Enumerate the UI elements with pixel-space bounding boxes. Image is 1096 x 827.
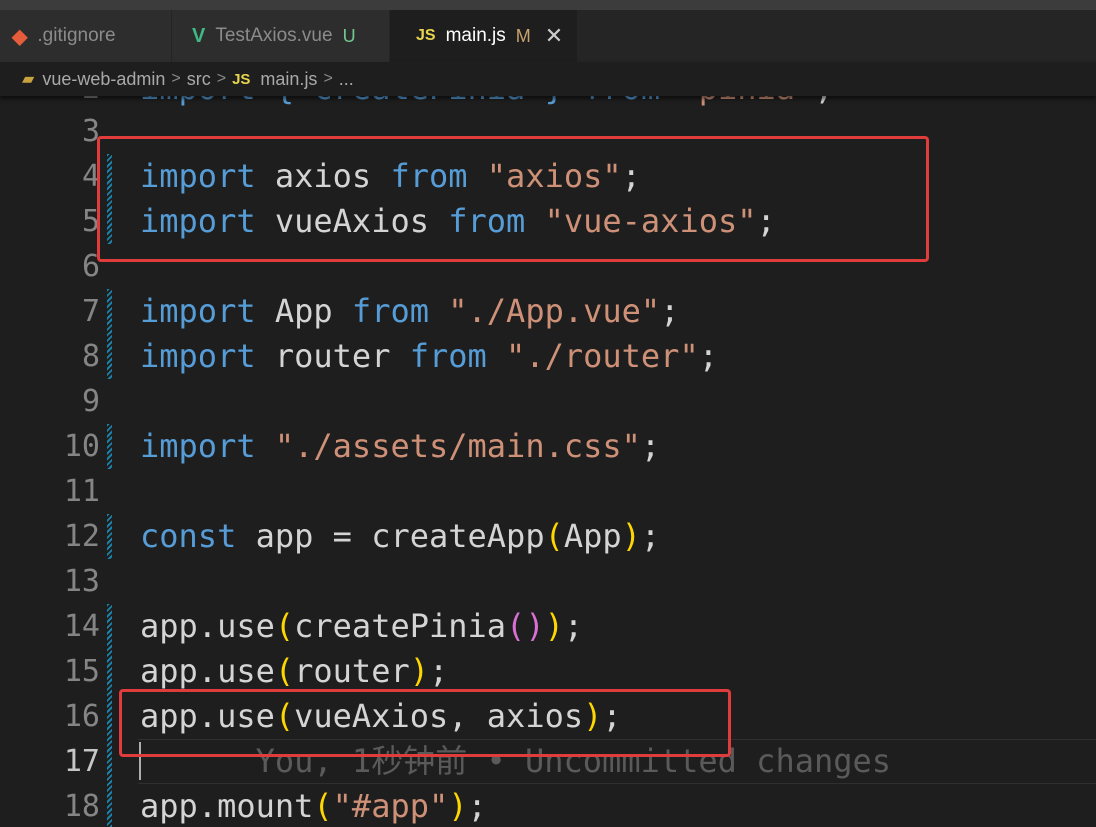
git-change-marker[interactable] — [107, 514, 112, 559]
untracked-status-badge: U — [342, 25, 356, 46]
code-line: 9 — [0, 379, 1096, 424]
code-text: app.use(createPinia()); — [140, 607, 584, 645]
code-line: 18 app.mount("#app"); — [0, 784, 1096, 827]
axios-use-highlight-box — [119, 689, 731, 757]
git-change-marker[interactable] — [107, 784, 112, 827]
breadcrumb: ▰ vue-web-admin > src > JS main.js > ... — [0, 62, 1096, 96]
code-line: 14 app.use(createPinia()); — [0, 604, 1096, 649]
tab-main-js[interactable]: JS main.js M ✕ — [390, 10, 578, 62]
code-line: 10 import "./assets/main.css"; — [0, 424, 1096, 469]
tab-testaxios[interactable]: V TestAxios.vue U — [172, 10, 390, 62]
line-number: 11 — [63, 474, 100, 509]
breadcrumb-more[interactable]: ... — [339, 69, 354, 90]
line-number: 6 — [81, 249, 100, 284]
git-change-marker[interactable] — [107, 694, 112, 739]
line-number: 3 — [81, 114, 100, 149]
line-number: 16 — [63, 699, 100, 734]
chevron-right-icon: > — [216, 70, 227, 87]
git-change-marker[interactable] — [107, 604, 112, 649]
code-line: 11 — [0, 469, 1096, 514]
tab-label: main.js — [445, 25, 506, 46]
line-number: 13 — [63, 564, 100, 599]
line-number: 15 — [63, 654, 100, 689]
code-text: import App from "./App.vue"; — [140, 292, 680, 330]
code-line: 7 import App from "./App.vue"; — [0, 289, 1096, 334]
tab-label: .gitignore — [37, 25, 116, 46]
chevron-right-icon: > — [323, 70, 333, 87]
line-number: 17 — [63, 744, 100, 779]
modified-status-badge: M — [515, 25, 531, 46]
tab-bar: ◆ .gitignore V TestAxios.vue U JS main.j… — [0, 10, 1096, 62]
code-text: import "./assets/main.css"; — [140, 427, 661, 465]
js-icon: JS — [416, 27, 436, 44]
code-text: app.use(router); — [140, 652, 449, 690]
tab-label: TestAxios.vue — [215, 25, 333, 46]
line-number: 7 — [81, 294, 100, 329]
git-icon: ◆ — [12, 25, 28, 48]
line-number: 14 — [63, 609, 100, 644]
js-file-icon: JS — [232, 70, 251, 88]
title-strip — [0, 0, 1096, 10]
git-change-marker[interactable] — [107, 334, 112, 379]
code-text: app.mount("#app"); — [140, 787, 487, 825]
line-number: 8 — [81, 339, 100, 374]
git-change-marker[interactable] — [107, 649, 112, 694]
vscode-window: ◆ .gitignore V TestAxios.vue U JS main.j… — [0, 0, 1096, 827]
line-number: 10 — [63, 429, 100, 464]
line-number: 5 — [81, 204, 100, 239]
git-change-marker[interactable] — [107, 424, 112, 469]
git-change-marker[interactable] — [107, 289, 112, 334]
folder-icon: ▰ — [22, 71, 35, 88]
line-number: 9 — [81, 384, 100, 419]
code-text: const app = createApp(App); — [140, 517, 661, 555]
breadcrumb-file[interactable]: main.js — [260, 69, 317, 90]
line-number: 18 — [63, 789, 100, 824]
breadcrumb-src[interactable]: src — [187, 69, 211, 90]
code-line: 13 — [0, 559, 1096, 604]
breadcrumb-folder[interactable]: vue-web-admin — [42, 69, 165, 90]
line-number: 4 — [81, 159, 100, 194]
axios-import-highlight-box — [97, 136, 929, 262]
git-change-marker[interactable] — [107, 739, 112, 784]
chevron-right-icon: > — [171, 70, 181, 87]
vue-icon: V — [192, 24, 206, 47]
close-icon[interactable]: ✕ — [545, 23, 563, 49]
code-line: 15 app.use(router); — [0, 649, 1096, 694]
tab-gitignore[interactable]: ◆ .gitignore — [0, 10, 172, 62]
code-line: 8 import router from "./router"; — [0, 334, 1096, 379]
code-text: import router from "./router"; — [140, 337, 718, 375]
code-line: 12 const app = createApp(App); — [0, 514, 1096, 559]
line-number: 12 — [63, 519, 100, 554]
